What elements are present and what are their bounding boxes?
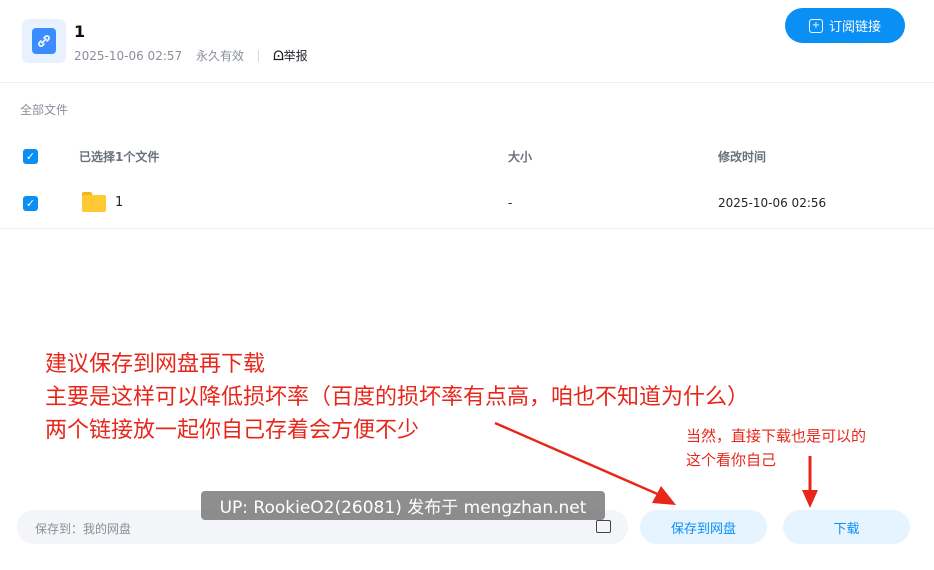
save-destination-label: 保存到：我的网盘 (35, 522, 132, 536)
annotation-arrows (494, 421, 818, 508)
folder-outline-icon[interactable] (596, 520, 611, 533)
arrow-to-save-head (652, 486, 676, 505)
arrow-to-save (494, 421, 663, 498)
download-button[interactable]: 下载 (783, 510, 910, 544)
arrow-to-download-head (802, 490, 818, 508)
save-to-disk-button[interactable]: 保存到网盘 (640, 510, 767, 544)
watermark: UP: RookieO2(26081) 发布于 mengzhan.net (201, 491, 605, 520)
